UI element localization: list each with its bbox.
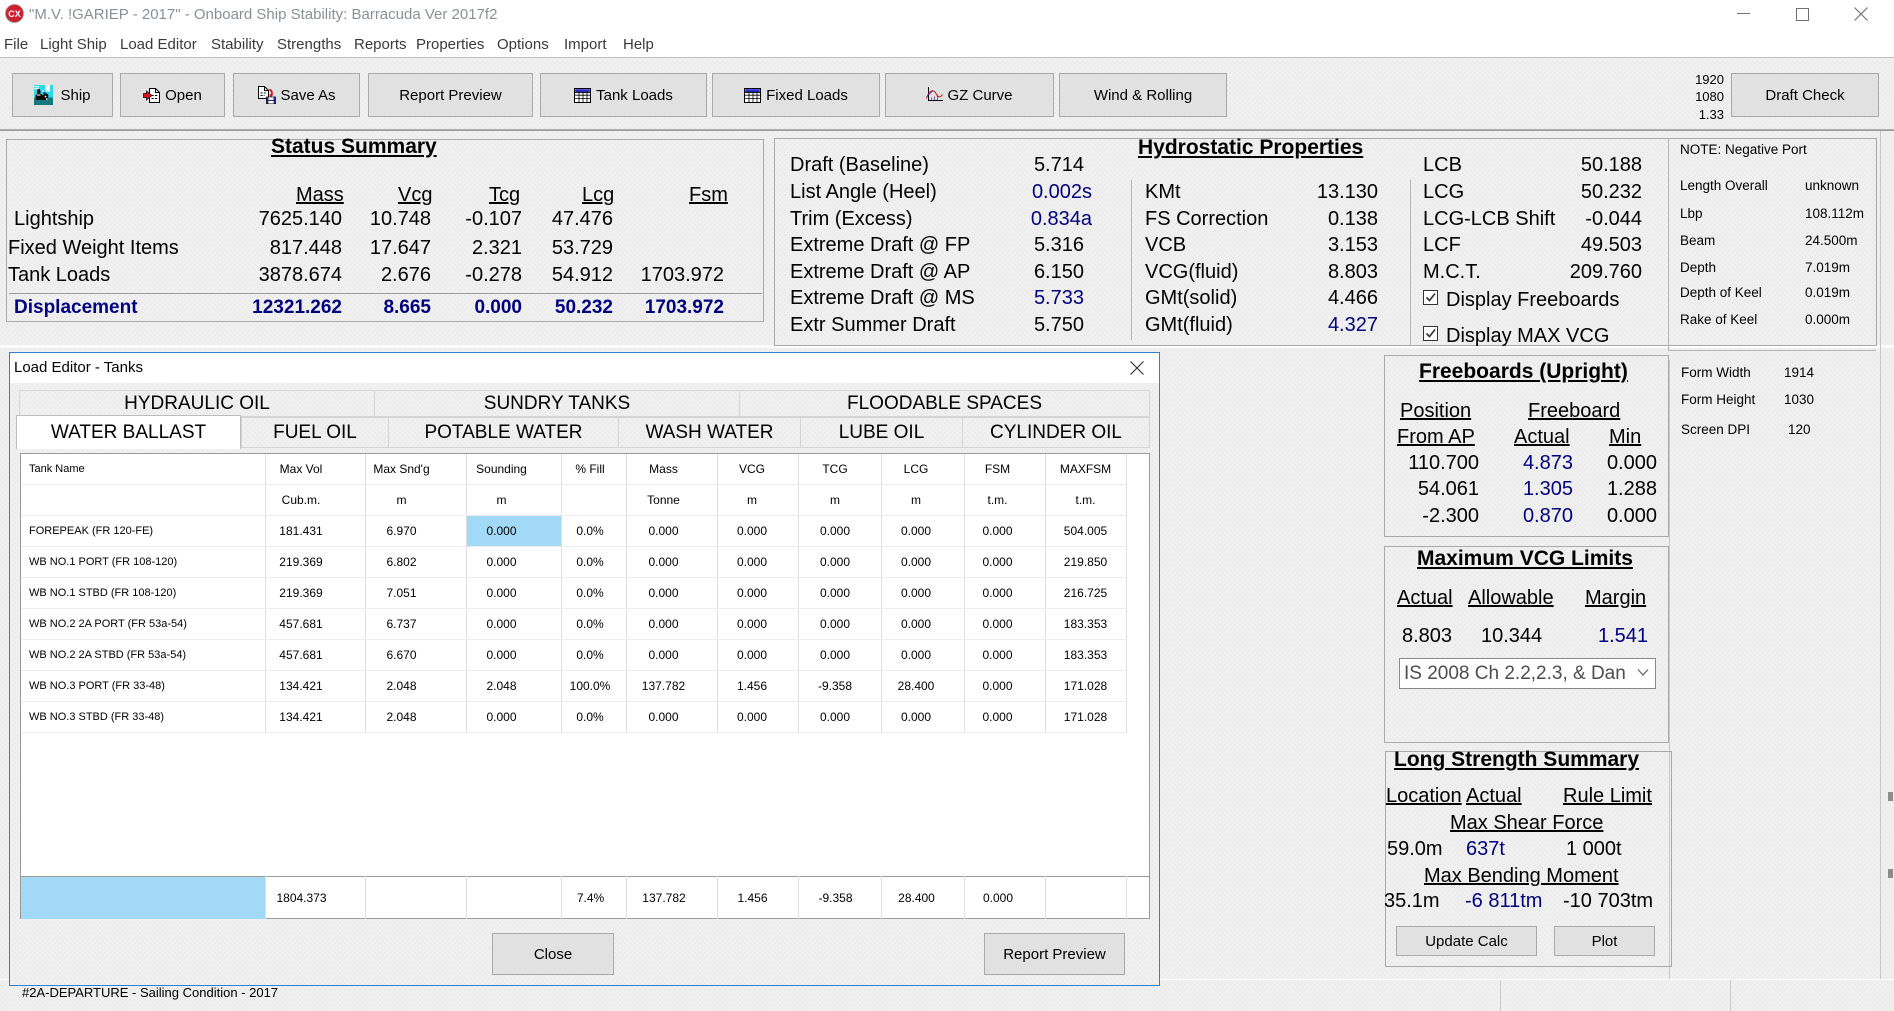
svg-text:CX: CX: [8, 9, 21, 19]
